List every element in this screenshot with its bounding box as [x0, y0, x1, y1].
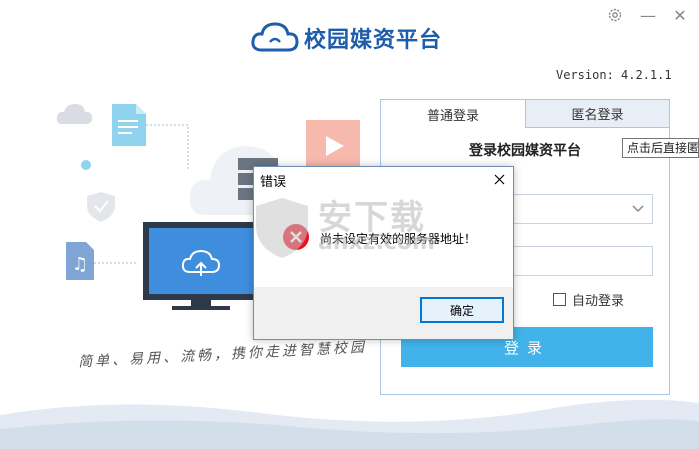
dialog-footer: 确定 [254, 287, 513, 339]
app-title: 校园媒资平台 [304, 28, 443, 53]
version-label: Version: 4.2.1.1 [556, 68, 672, 82]
svg-text:♫: ♫ [72, 254, 88, 275]
error-icon [283, 224, 309, 250]
cloud-icon [56, 104, 92, 124]
dialog-title: 错误 [260, 175, 287, 190]
login-tabs: 普通登录 匿名登录 [381, 100, 669, 128]
auto-login-checkbox[interactable] [553, 293, 566, 306]
close-button[interactable]: ✕ [669, 4, 691, 26]
chevron-down-icon[interactable] [630, 201, 646, 217]
dialog-ok-button[interactable]: 确定 [420, 297, 504, 323]
error-dialog: 错误 确定 尚未设定有效的服务器地址！ [253, 166, 514, 340]
settings-button[interactable] [604, 4, 626, 26]
close-icon [494, 174, 504, 184]
gear-icon [608, 8, 622, 22]
music-icon: ♫ [66, 242, 94, 280]
document-icon [112, 104, 146, 146]
auto-login-label: 自动登录 [572, 294, 625, 309]
cloud-logo-icon [251, 22, 299, 52]
dialog-message: 尚未设定有效的服务器地址！ [320, 232, 477, 246]
tab-anonymous-login[interactable]: 匿名登录 [525, 100, 669, 128]
dialog-close-button[interactable] [489, 169, 509, 189]
dialog-titlebar: 错误 [254, 167, 513, 191]
tab-normal-login[interactable]: 普通登录 [381, 100, 525, 128]
dot-icon [81, 160, 91, 170]
minimize-button[interactable]: — [637, 4, 659, 26]
header: 校园媒资平台 — ✕ [0, 0, 699, 64]
play-icon [306, 120, 360, 172]
shield-icon [87, 192, 115, 222]
anonymous-login-tooltip: 点击后直接匿名登录 [622, 138, 699, 158]
auto-login-option[interactable]: 自动登录 [553, 290, 624, 309]
app-window: 校园媒资平台 — ✕ Version: 4.2.1.1 ♫ 简单、易用、流畅，携… [0, 0, 699, 449]
app-logo: 校园媒资平台 [250, 18, 442, 58]
monitor-icon [143, 222, 259, 310]
